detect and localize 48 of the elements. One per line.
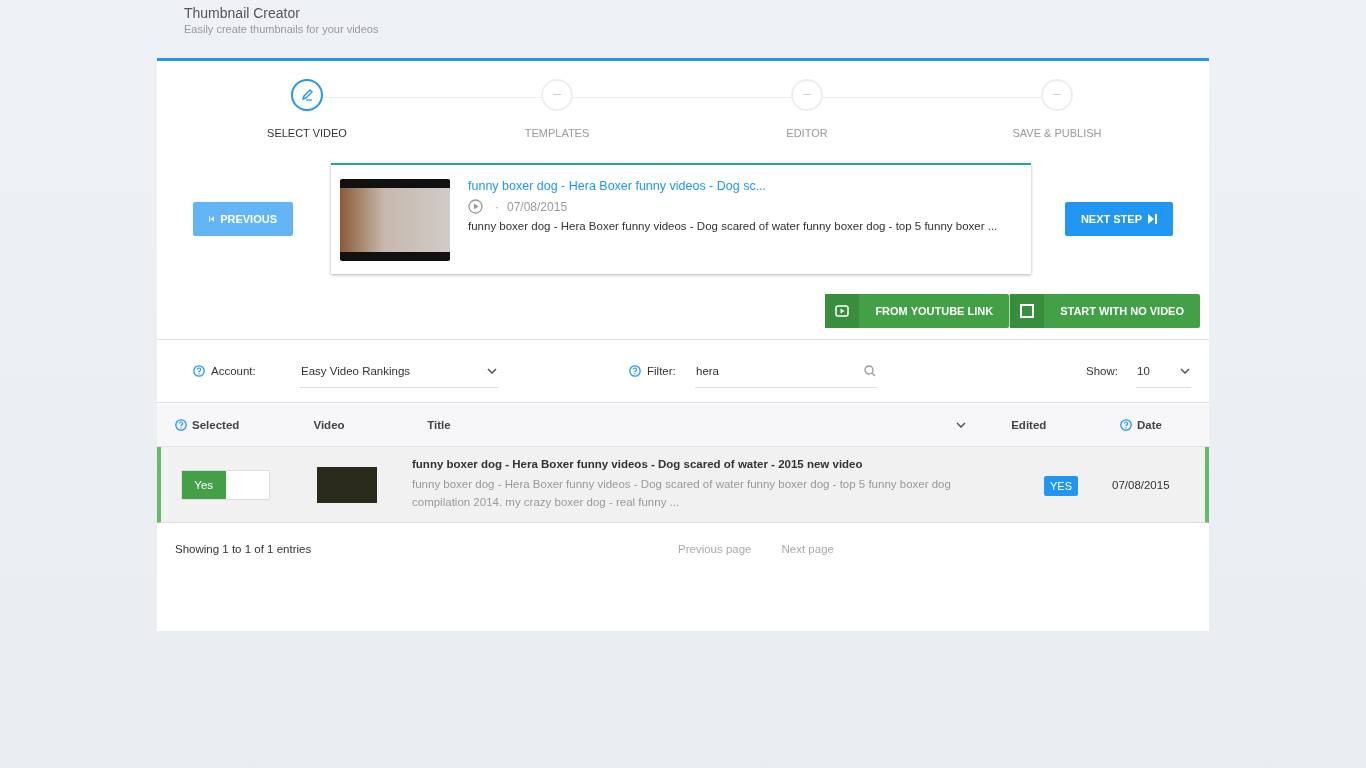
next-page-link[interactable]: Next page xyxy=(781,543,834,555)
video-thumbnail[interactable] xyxy=(317,466,377,503)
video-title-link[interactable]: funny boxer dog - Hera Boxer funny videos - Dog sc... xyxy=(468,179,998,193)
previous-page-link[interactable]: Previous page xyxy=(678,543,752,555)
column-header[interactable]: Title xyxy=(427,419,451,431)
help-icon[interactable] xyxy=(193,365,205,377)
row-title: funny boxer dog - Hera Boxer funny videos - Dog scared of water - 2015 new video xyxy=(412,458,864,470)
chevron-down-icon[interactable] xyxy=(487,367,497,374)
filter-label: Filter: xyxy=(647,365,676,377)
step-label[interactable]: EDITOR xyxy=(786,127,828,139)
column-header[interactable]: Edited xyxy=(1011,419,1047,431)
selected-toggle[interactable]: Yes xyxy=(181,469,270,500)
page-subtitle: Easily create thumbnails for your videos xyxy=(184,23,380,35)
separator-dot: · xyxy=(495,199,499,214)
square-icon xyxy=(1020,304,1035,318)
column-header[interactable]: Selected xyxy=(192,419,240,431)
step-label[interactable]: SAVE & PUBLISH xyxy=(1012,127,1102,139)
start-with-no-video-button[interactable]: START WITH NO VIDEO xyxy=(1009,294,1200,328)
row-date: 07/08/2015 xyxy=(1112,478,1170,491)
show-dropdown[interactable]: 10 xyxy=(1136,354,1191,388)
video-description: funny boxer dog - Hera Boxer funny videos - Dog scared of water funny boxer dog - top 5 funny boxer ... xyxy=(468,220,998,232)
step-circle-pencil-icon[interactable] xyxy=(291,79,323,111)
column-header[interactable]: Date xyxy=(1137,419,1162,431)
help-icon[interactable] xyxy=(175,419,187,431)
edited-badge: YES xyxy=(1044,475,1078,496)
chevron-down-icon[interactable] xyxy=(1180,367,1190,374)
search-icon[interactable] xyxy=(864,364,876,377)
account-label: Account: xyxy=(211,365,256,377)
next-step-button[interactable]: NEXT STEP xyxy=(1064,201,1173,236)
help-icon[interactable] xyxy=(1120,419,1132,431)
play-icon[interactable] xyxy=(468,199,483,214)
row-description: funny boxer dog - Hera Boxer funny videos - Dog scared of water funny boxer dog - top 5 funny boxer dog compilation 2014. my crazy boxer dog - real funny ... xyxy=(412,477,952,510)
video-play-icon xyxy=(835,305,850,317)
video-date: 07/08/2015 xyxy=(507,199,568,214)
table-row[interactable] xyxy=(157,447,1209,523)
skip-back-icon xyxy=(209,213,215,224)
step-label[interactable]: SELECT VIDEO xyxy=(267,127,347,139)
filter-field[interactable]: hera xyxy=(695,354,877,388)
skip-forward-icon xyxy=(1148,213,1157,224)
chevron-down-icon[interactable] xyxy=(956,422,967,428)
page-title: Thumbnail Creator xyxy=(184,5,301,21)
show-label: Show: xyxy=(1086,365,1118,377)
account-dropdown[interactable]: Easy Video Rankings xyxy=(300,354,498,388)
help-icon[interactable] xyxy=(629,365,641,377)
from-youtube-link-button[interactable]: FROM YOUTUBE LINK xyxy=(825,294,1010,328)
column-header[interactable]: Video xyxy=(313,419,345,431)
step-label[interactable]: TEMPLATES xyxy=(524,127,590,139)
entries-info: Showing 1 to 1 of 1 entries xyxy=(175,543,313,555)
